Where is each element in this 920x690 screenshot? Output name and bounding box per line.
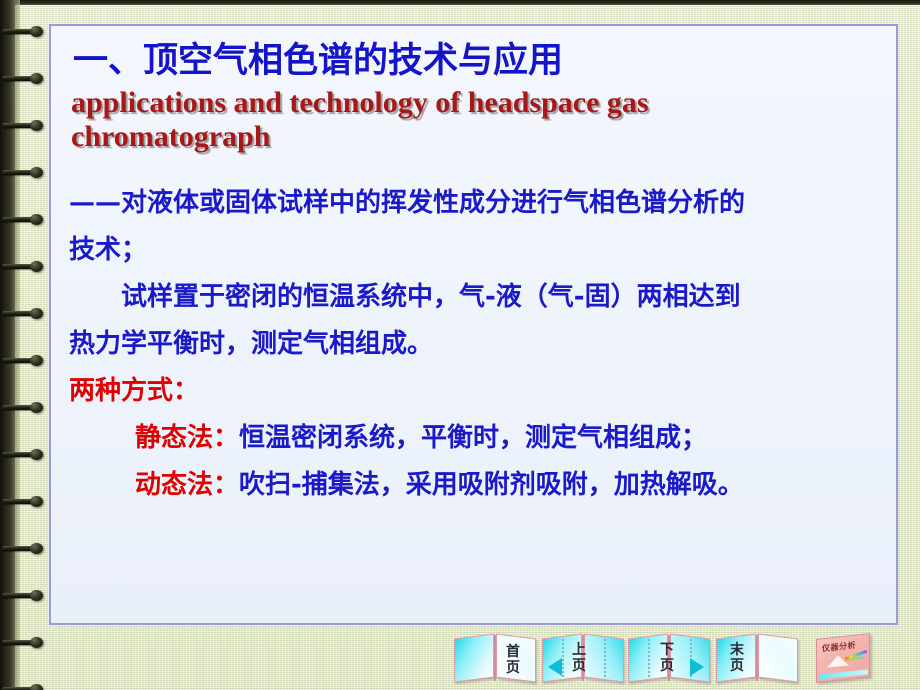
nav-last-page-button[interactable]: 末 页: [714, 630, 800, 686]
binding-ring-knob: [30, 261, 43, 272]
page-title-english-line1: applications and technology of headspace…: [71, 86, 649, 119]
nav-prev-page-label: 上 页: [572, 642, 586, 674]
binding-ring-knob: [30, 308, 43, 319]
binding-ring: [2, 355, 47, 366]
binding-ring-knob: [30, 73, 43, 84]
binding-ring-knob: [30, 496, 43, 507]
binding-ring-knob: [30, 449, 43, 460]
page-title-chinese: 一、顶空气相色谱的技术与应用: [73, 41, 564, 81]
definition-line-2: 技术；: [69, 235, 148, 265]
book-crease-left: [648, 639, 650, 677]
body-block: ——对液体或固体试样中的挥发性成分进行气相色谱分析的 技术； 试样置于密闭的恒温…: [65, 180, 882, 509]
navigation-bar: 首 页 上 页 下 页 末 页 仪器分析: [0, 628, 920, 690]
dynamic-method-detail: 吹扫-捕集法，采用吸附剂吸附，加热解吸。: [239, 470, 744, 500]
book-spine: [756, 635, 758, 681]
binding-ring: [2, 449, 47, 460]
binding-ring: [2, 167, 47, 178]
binding-bar: [0, 0, 15, 690]
nav-course-book-button[interactable]: 仪器分析: [808, 630, 894, 686]
static-method-detail: 恒温密闭系统，平衡时，测定气相组成；: [239, 423, 708, 453]
nav-last-page-label: 末 页: [730, 642, 744, 674]
static-method-label: 静态法：: [135, 423, 240, 453]
page-title-english-line2: chromatograph: [71, 120, 271, 153]
binding-ring: [2, 73, 47, 84]
binding-ring: [2, 496, 47, 507]
binding-ring-knob: [30, 214, 43, 225]
nav-next-page-button[interactable]: 下 页: [626, 630, 712, 686]
book-bottom-band: [819, 669, 868, 680]
static-method-line: 静态法：恒温密闭系统，平衡时，测定气相组成；: [69, 415, 882, 462]
methods-heading: 两种方式：: [69, 376, 200, 406]
binding-ring: [2, 402, 47, 413]
binding-ring: [2, 214, 47, 225]
page-title-english: applications and technology of headspace…: [71, 86, 751, 154]
binding-ring: [2, 261, 47, 272]
closed-book-icon: 仪器分析: [816, 633, 870, 683]
book-page-left: [454, 633, 494, 683]
binding-ring-knob: [30, 355, 43, 366]
top-edge-strip: [0, 0, 920, 5]
description-line-2: 热力学平衡时，测定气相组成。: [69, 329, 434, 359]
binding-ring-knob: [30, 26, 43, 37]
book-crease-right: [604, 639, 606, 677]
description-line-1: 试样置于密闭的恒温系统中，气-液（气-固）两相达到: [121, 282, 741, 312]
binding-ring: [2, 543, 47, 554]
course-book-title: 仪器分析: [822, 640, 856, 654]
slide-canvas: 一、顶空气相色谱的技术与应用 applications and technolo…: [0, 0, 920, 690]
open-book-icon: [714, 630, 800, 686]
nav-prev-page-button[interactable]: 上 页: [540, 630, 626, 686]
definition-line-1: ——对液体或固体试样中的挥发性成分进行气相色谱分析的: [69, 188, 746, 218]
content-inner: 一、顶空气相色谱的技术与应用 applications and technolo…: [51, 26, 896, 623]
binding-ring-knob: [30, 402, 43, 413]
binding-ring: [2, 120, 47, 131]
dynamic-method-line: 动态法：吹扫-捕集法，采用吸附剂吸附，加热解吸。: [69, 462, 882, 509]
arrow-right-icon: [690, 658, 704, 676]
spiral-binding: [0, 0, 46, 690]
binding-ring-knob: [30, 590, 43, 601]
nav-first-page-label: 首 页: [506, 644, 520, 676]
dynamic-method-label: 动态法：: [135, 470, 240, 500]
content-box: 一、顶空气相色谱的技术与应用 applications and technolo…: [49, 24, 898, 625]
binding-ring: [2, 590, 47, 601]
open-book-icon: [452, 630, 538, 686]
binding-ring-knob: [30, 120, 43, 131]
book-spine: [494, 635, 496, 681]
nav-next-page-label: 下 页: [660, 642, 674, 674]
binding-ring: [2, 308, 47, 319]
binding-ring-knob: [30, 167, 43, 178]
binding-ring: [2, 26, 47, 37]
binding-edge: [15, 0, 20, 690]
nav-first-page-button[interactable]: 首 页: [452, 630, 538, 686]
binding-ring-knob: [30, 543, 43, 554]
arrow-left-icon: [548, 658, 562, 676]
book-crease-left: [562, 639, 564, 677]
book-page-right: [758, 633, 798, 683]
